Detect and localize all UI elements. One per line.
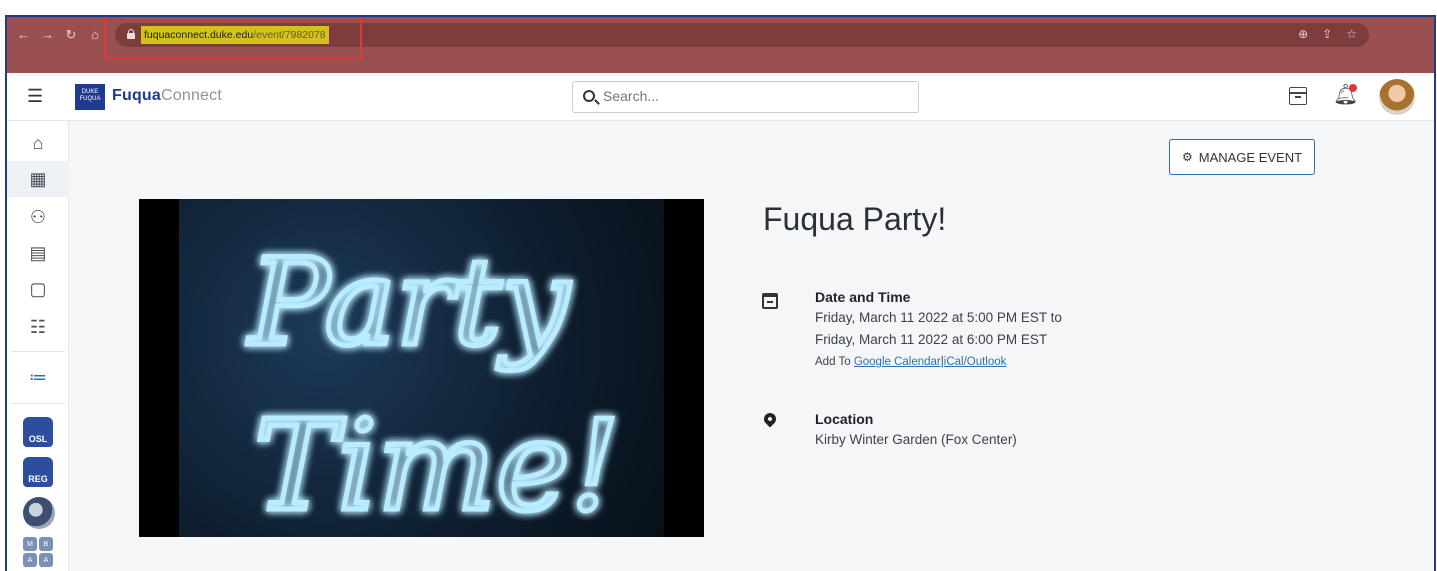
user-avatar[interactable] (1379, 79, 1415, 115)
location-label: Location (815, 411, 874, 427)
duke-fuqua-logo[interactable]: DUKE FUQUA (75, 84, 105, 110)
home-icon[interactable]: ⌂ (89, 27, 101, 43)
app-header: ☰ DUKE FUQUA FuquaConnect 🔔︎ (7, 73, 1434, 121)
event-title: Fuqua Party! (763, 201, 947, 237)
calendar-icon: ▦ (29, 168, 47, 189)
sidebar-item-home[interactable]: ⌂ (7, 125, 69, 161)
main-content: ⚙ MANAGE EVENT Party Time! Fuqua Party! … (69, 121, 1434, 571)
search-icon (583, 90, 595, 102)
url-highlight-annotation (104, 17, 362, 59)
location-value: Kirby Winter Garden (Fox Center) (815, 432, 1017, 447)
event-image: Party Time! (139, 199, 704, 537)
sidebar-osl-badge[interactable]: OSL (23, 417, 53, 447)
sidebar-item-people[interactable]: ⚇ (7, 199, 69, 235)
reload-icon[interactable]: ↻ (65, 27, 77, 43)
neon-sign: Party Time! (245, 232, 623, 538)
add-to-calendar: Add To Google Calendar|iCal/Outlook (815, 356, 1007, 368)
event-start: Friday, March 11 2022 at 5:00 PM EST to (815, 310, 1062, 325)
sidebar-reg-badge[interactable]: REG (23, 457, 53, 487)
browser-nav: ← → ↻ ⌂ (17, 27, 101, 43)
sidebar-item-list[interactable]: ≔ (7, 359, 69, 395)
forward-icon[interactable]: → (41, 27, 54, 43)
omnibox-actions: ⊕ ⇪ ☆ (1298, 27, 1357, 41)
sidebar: ⌂ ▦ ⚇ ▤ ▢ ☷ ≔ OSL REG M B A A (7, 121, 69, 571)
list-icon: ≔ (29, 366, 47, 387)
ical-outlook-link[interactable]: iCal/Outlook (944, 356, 1007, 368)
sidebar-item-events[interactable]: ▦ (7, 161, 69, 197)
menu-toggle-icon[interactable]: ☰ (27, 86, 49, 106)
browser-window: ← → ↻ ⌂ fuquaconnect.duke.edu/event/7982… (5, 15, 1436, 571)
sidebar-item-forms[interactable]: ▢ (7, 271, 69, 307)
bookmark-star-icon[interactable]: ☆ (1346, 27, 1357, 41)
sidebar-divider (11, 403, 65, 404)
neon-text-party: Party (247, 234, 571, 373)
date-time-label: Date and Time (815, 289, 911, 305)
manage-event-label: MANAGE EVENT (1198, 149, 1303, 165)
search-input[interactable] (603, 88, 903, 104)
sidebar-item-filters[interactable]: ☷ (7, 309, 69, 345)
document-icon: ▤ (29, 242, 47, 263)
people-icon: ⚇ (29, 206, 47, 227)
sidebar-group-photo[interactable] (23, 497, 55, 529)
event-end: Friday, March 11 2022 at 6:00 PM EST (815, 332, 1048, 347)
sidebar-divider (11, 351, 65, 352)
manage-event-button[interactable]: ⚙ MANAGE EVENT (1169, 139, 1315, 175)
archive-icon[interactable] (1289, 87, 1307, 105)
sidebar-mba-grid[interactable]: M B A A (23, 537, 53, 567)
location-pin-icon (761, 410, 779, 428)
calendar-icon (762, 293, 778, 309)
home-icon: ⌂ (32, 132, 44, 153)
neon-text-time: Time! (254, 394, 620, 537)
google-calendar-link[interactable]: Google Calendar (854, 356, 941, 368)
notification-dot (1349, 84, 1357, 92)
form-icon: ▢ (29, 278, 47, 299)
sidebar-item-documents[interactable]: ▤ (7, 235, 69, 271)
search-box[interactable] (572, 81, 919, 113)
brand-name[interactable]: FuquaConnect (112, 87, 222, 105)
back-icon[interactable]: ← (17, 27, 30, 43)
share-icon[interactable]: ⇪ (1322, 27, 1332, 41)
browser-toolbar: ← → ↻ ⌂ fuquaconnect.duke.edu/event/7982… (7, 17, 1434, 73)
filters-icon: ☷ (29, 316, 47, 337)
gear-icon: ⚙ (1181, 150, 1193, 164)
zoom-icon[interactable]: ⊕ (1298, 27, 1308, 41)
